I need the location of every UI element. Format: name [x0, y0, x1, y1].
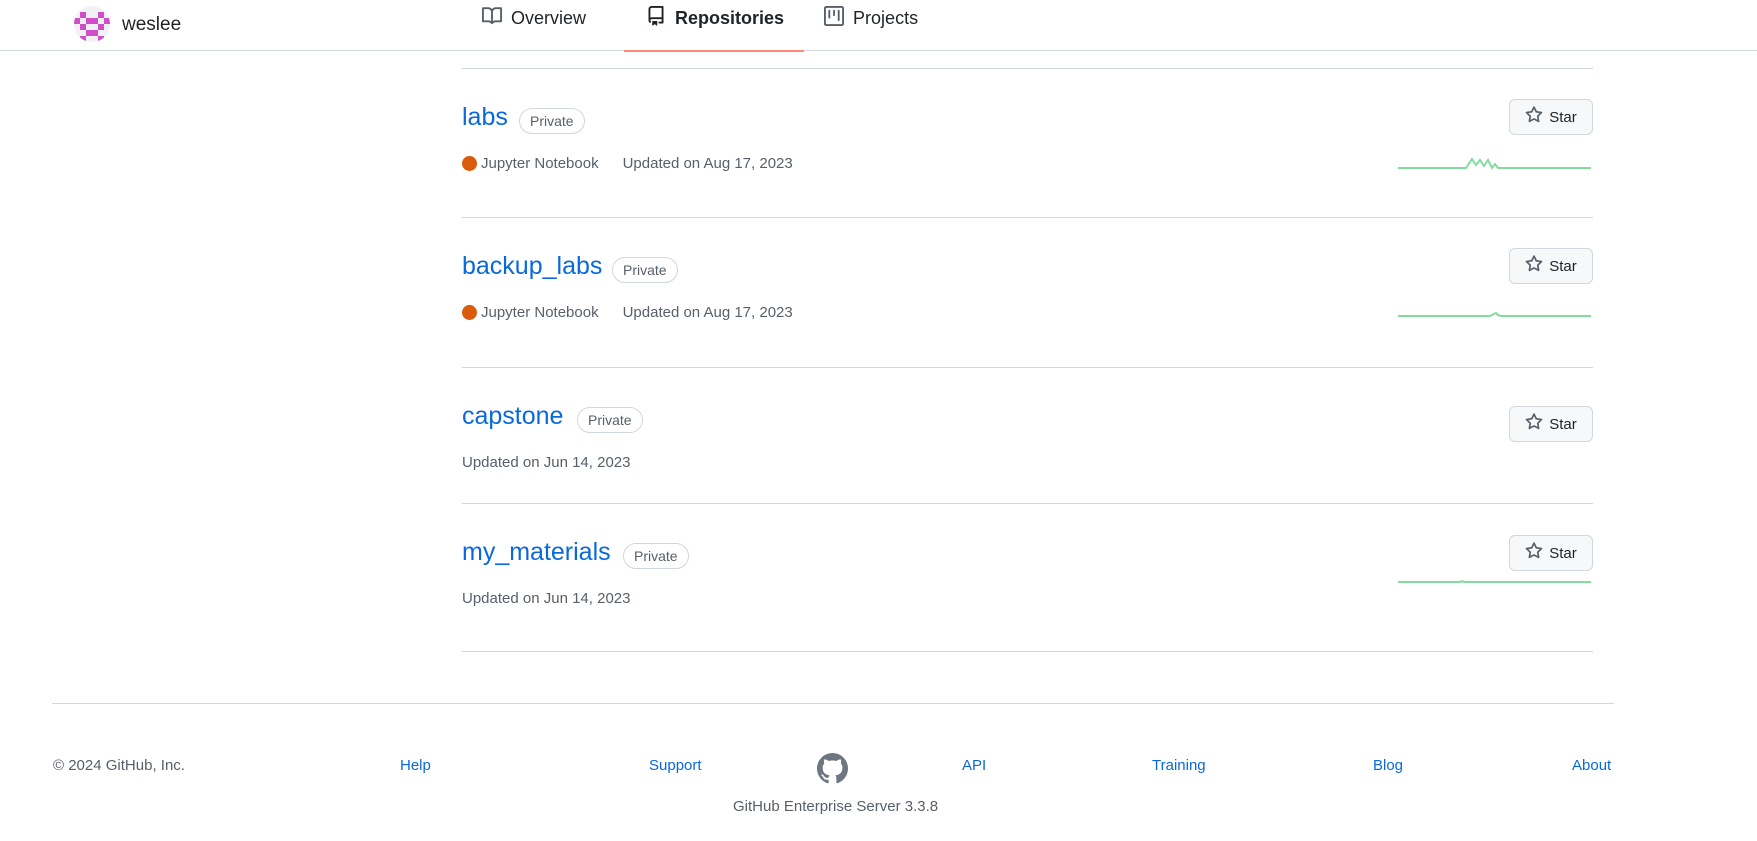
- footer-divider: [52, 703, 1614, 704]
- footer-link-blog[interactable]: Blog: [1373, 757, 1403, 774]
- repository-list: labs Private Jupyter Notebook Updated on…: [462, 68, 1593, 652]
- footer-link-training[interactable]: Training: [1152, 757, 1206, 774]
- star-icon: [1525, 413, 1543, 435]
- tab-projects[interactable]: Projects: [804, 0, 938, 51]
- tab-overview-label: Overview: [511, 8, 587, 28]
- list-item: labs Private Jupyter Notebook Updated on…: [462, 68, 1593, 217]
- repo-icon: [646, 6, 666, 31]
- activity-sparkline: [1398, 157, 1591, 170]
- repo-name-link[interactable]: my_materials: [462, 538, 611, 567]
- repo-updated: Updated on Jun 14, 2023: [462, 454, 631, 471]
- footer-link-about[interactable]: About: [1572, 757, 1611, 774]
- star-icon: [1525, 106, 1543, 128]
- footer-link-help[interactable]: Help: [400, 757, 431, 774]
- server-version: GitHub Enterprise Server 3.3.8: [733, 798, 939, 815]
- visibility-badge: Private: [612, 257, 678, 283]
- footer-link-support[interactable]: Support: [649, 757, 702, 774]
- footer-copyright: © 2024 GitHub, Inc.: [53, 757, 185, 774]
- repo-updated: Updated on Aug 17, 2023: [622, 155, 793, 172]
- star-icon: [1525, 542, 1543, 564]
- activity-sparkline: [1398, 311, 1591, 317]
- tab-overview[interactable]: Overview: [480, 0, 606, 51]
- book-icon: [482, 6, 503, 31]
- repo-language: Jupyter Notebook: [481, 304, 599, 321]
- visibility-badge: Private: [577, 407, 643, 433]
- star-label: Star: [1549, 415, 1577, 433]
- list-item: capstone Private Updated on Jun 14, 2023…: [462, 367, 1593, 503]
- repo-name-link[interactable]: backup_labs: [462, 252, 602, 281]
- star-label: Star: [1549, 257, 1577, 275]
- star-label: Star: [1549, 108, 1577, 126]
- star-button[interactable]: Star: [1509, 248, 1593, 284]
- repo-updated: Updated on Jun 14, 2023: [462, 590, 631, 607]
- language-color-dot: [462, 305, 477, 320]
- repo-meta: Updated on Jun 14, 2023: [462, 454, 630, 471]
- repo-meta: Jupyter Notebook Updated on Aug 17, 2023: [462, 155, 793, 172]
- footer-link-api[interactable]: API: [962, 757, 986, 774]
- repo-name-link[interactable]: capstone: [462, 402, 563, 431]
- tab-repositories-label: Repositories: [675, 8, 785, 28]
- language-color-dot: [462, 156, 477, 171]
- tab-projects-label: Projects: [853, 8, 919, 28]
- visibility-badge: Private: [623, 543, 689, 569]
- profile-tabs: Overview Repositories Projects: [480, 0, 938, 52]
- repo-updated: Updated on Aug 17, 2023: [622, 304, 793, 321]
- star-button[interactable]: Star: [1509, 99, 1593, 135]
- star-label: Star: [1549, 544, 1577, 562]
- user-avatar[interactable]: [74, 6, 110, 42]
- list-item: backup_labs Private Jupyter Notebook Upd…: [462, 217, 1593, 367]
- repo-meta: Updated on Jun 14, 2023: [462, 590, 630, 607]
- profile-username[interactable]: weslee: [122, 14, 181, 36]
- repo-meta: Jupyter Notebook Updated on Aug 17, 2023: [462, 304, 793, 321]
- activity-sparkline: [1398, 579, 1591, 583]
- repo-name-link[interactable]: labs: [462, 103, 508, 132]
- profile-header: weslee Overview Repositories Projects: [0, 0, 1757, 52]
- github-logo-icon[interactable]: [817, 753, 848, 784]
- project-icon: [824, 6, 845, 31]
- tab-repositories[interactable]: Repositories: [624, 0, 805, 52]
- visibility-badge: Private: [519, 108, 585, 134]
- list-item: my_materials Private Updated on Jun 14, …: [462, 503, 1593, 652]
- repo-language: Jupyter Notebook: [481, 155, 599, 172]
- star-icon: [1525, 255, 1543, 277]
- star-button[interactable]: Star: [1509, 406, 1593, 442]
